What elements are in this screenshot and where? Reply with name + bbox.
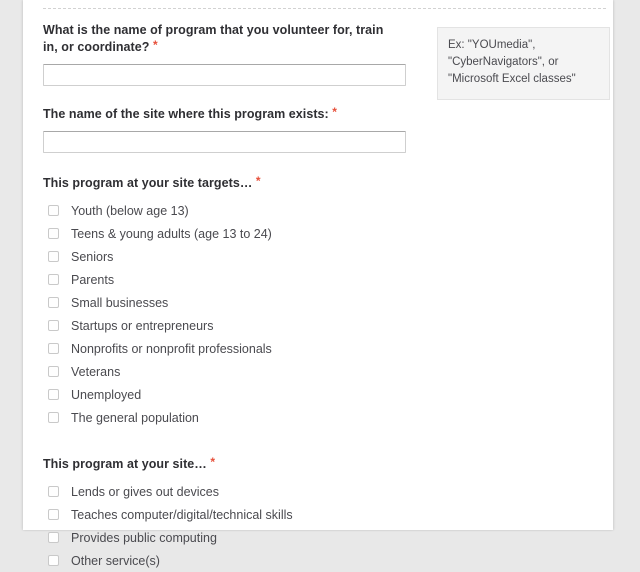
question-site-name-text: The name of the site where this program … [43,107,329,121]
question-program-targets-label: This program at your site targets… * [43,175,608,192]
checkbox-icon[interactable] [48,412,59,423]
checkbox-icon[interactable] [48,320,59,331]
checkbox-label: Seniors [71,249,114,264]
checkbox-label: Veterans [71,364,121,379]
checkbox-icon[interactable] [48,532,59,543]
checkbox-row-service-lends-devices[interactable]: Lends or gives out devices [43,480,608,503]
checkbox-icon[interactable] [48,366,59,377]
question-program-name-label: What is the name of program that you vol… [43,22,395,56]
checkbox-row-target-seniors[interactable]: Seniors [43,245,608,268]
site-name-input[interactable] [43,131,406,153]
form-panel: What is the name of program that you vol… [23,0,613,568]
checkbox-row-target-youth[interactable]: Youth (below age 13) [43,199,608,222]
checkbox-row-target-nonprofits[interactable]: Nonprofits or nonprofit professionals [43,337,608,360]
question-site-name: The name of the site where this program … [43,106,608,153]
checkbox-icon[interactable] [48,486,59,497]
program-services-option-list: Lends or gives out devices Teaches compu… [43,480,608,572]
checkbox-icon[interactable] [48,509,59,520]
checkbox-icon[interactable] [48,343,59,354]
question-site-name-label: The name of the site where this program … [43,106,608,123]
required-asterisk: * [332,105,338,119]
checkbox-label: Startups or entrepreneurs [71,318,214,333]
checkbox-label: Lends or gives out devices [71,484,220,499]
required-asterisk: * [153,38,158,52]
checkbox-label: Other service(s) [71,553,160,568]
program-targets-option-list: Youth (below age 13) Teens & young adult… [43,199,608,429]
checkbox-icon[interactable] [48,555,59,566]
checkbox-icon[interactable] [48,228,59,239]
checkbox-label: Unemployed [71,387,142,402]
checkbox-label: Small businesses [71,295,169,310]
checkbox-row-target-startups[interactable]: Startups or entrepreneurs [43,314,608,337]
checkbox-icon[interactable] [48,205,59,216]
checkbox-icon[interactable] [48,251,59,262]
checkbox-icon[interactable] [48,274,59,285]
required-asterisk: * [210,455,216,469]
question-program-services: This program at your site… * Lends or gi… [43,456,608,572]
checkbox-row-service-other[interactable]: Other service(s) [43,549,608,572]
question-program-services-text: This program at your site… [43,457,207,471]
checkbox-label: The general population [71,410,199,425]
form-content: What is the name of program that you vol… [43,0,610,572]
checkbox-label: Nonprofits or nonprofit professionals [71,341,272,356]
checkbox-row-target-teens[interactable]: Teens & young adults (age 13 to 24) [43,222,608,245]
question-program-services-label: This program at your site… * [43,456,608,473]
checkbox-icon[interactable] [48,389,59,400]
checkbox-row-target-veterans[interactable]: Veterans [43,360,608,383]
checkbox-row-service-teaches-skills[interactable]: Teaches computer/digital/technical skill… [43,503,608,526]
page-root: What is the name of program that you vol… [0,0,640,568]
checkbox-row-service-public-computing[interactable]: Provides public computing [43,526,608,549]
checkbox-label: Teaches computer/digital/technical skill… [71,507,293,522]
help-hint-box: Ex: "YOUmedia", "CyberNavigators", or "M… [437,27,610,100]
checkbox-label: Parents [71,272,115,287]
question-program-targets: This program at your site targets… * You… [43,175,608,429]
required-asterisk: * [255,174,261,188]
checkbox-label: Teens & young adults (age 13 to 24) [71,226,272,241]
form-area: What is the name of program that you vol… [43,9,610,572]
checkbox-row-target-parents[interactable]: Parents [43,268,608,291]
checkbox-icon[interactable] [48,297,59,308]
checkbox-row-target-unemployed[interactable]: Unemployed [43,383,608,406]
question-program-targets-text: This program at your site targets… [43,176,253,190]
help-hint-text: Ex: "YOUmedia", "CyberNavigators", or "M… [448,39,576,85]
checkbox-label: Youth (below age 13) [71,203,189,218]
program-name-input[interactable] [43,64,406,86]
checkbox-row-target-small-businesses[interactable]: Small businesses [43,291,608,314]
question-program-name-text: What is the name of program that you vol… [43,23,384,54]
checkbox-row-target-general-population[interactable]: The general population [43,406,608,429]
checkbox-label: Provides public computing [71,530,217,545]
